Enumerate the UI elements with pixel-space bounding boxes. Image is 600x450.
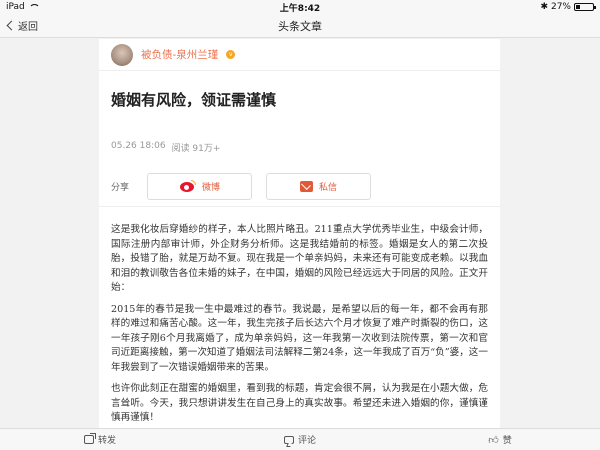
wifi-icon [28,3,40,11]
article-body: 这是我化妆后穿婚纱的样子，本人比照片略丑。211重点大学优秀毕业生，中级会计师，… [99,207,500,426]
content-area: 被负债-泉州兰瑾 v 婚姻有风险，领证需谨慎 05.26 18:06 阅读 91… [0,39,600,428]
status-left: iPad [6,2,40,12]
message-icon [299,181,313,192]
share-message-label: 私信 [318,183,337,193]
vip-badge-icon: v [226,50,236,59]
bluetooth-icon: ✱ [540,2,548,12]
forward-icon [83,433,96,444]
article-meta: 05.26 18:06 阅读 91万+ [99,115,500,167]
back-label: 返回 [18,22,38,33]
battery-icon [574,3,596,11]
chevron-left-icon [6,20,17,31]
weibo-icon [179,180,196,193]
nav-bar: 返回 头条文章 [0,14,600,38]
article-paragraph: 也许你此刻正在甜蜜的婚姻里，看到我的标题，肯定会很不屑，认为我是在小题大做，危言… [111,383,488,423]
author-name[interactable]: 被负债-泉州兰瑾 [141,47,218,62]
like-label: 赞 [502,436,512,446]
forward-label: 转发 [97,436,116,446]
author-row[interactable]: 被负债-泉州兰瑾 v [99,39,500,71]
article-paragraph: 这是我化妆后穿婚纱的样子，本人比照片略丑。211重点大学优秀毕业生，中级会计师，… [111,224,488,293]
article-title: 婚姻有风险，领证需谨慎 [111,91,277,109]
share-weibo-button[interactable]: 微博 [147,173,252,200]
avatar[interactable] [111,43,133,66]
comment-button[interactable]: 评论 [200,433,400,446]
battery-percent: 27% [550,2,571,12]
read-count: 阅读 91万+ [171,144,221,154]
device-name: iPad [6,2,25,12]
share-row: 分享 微博 私信 [99,167,500,207]
publish-date: 05.26 18:06 [111,141,166,151]
share-message-button[interactable]: 私信 [266,173,371,200]
status-time: 上午8:42 [279,3,321,14]
battery-fill [576,5,581,9]
page-title: 头条文章 [278,19,322,33]
share-weibo-label: 微博 [201,183,220,193]
status-bar: iPad 上午8:42 ✱ 27% [0,0,600,14]
article-card: 被负债-泉州兰瑾 v 婚姻有风险，领证需谨慎 05.26 18:06 阅读 91… [99,39,500,428]
forward-button[interactable]: 转发 [0,433,200,446]
comment-label: 评论 [297,436,316,446]
thumbs-up-icon: 👍︎ [488,434,499,446]
like-button[interactable]: 👍︎ 赞 [400,433,600,447]
article-paragraph: 2015年的春节是我一生中最难过的春节。我说最，是希望以后的每一年，都不会再有那… [111,303,488,373]
share-label: 分享 [111,183,130,193]
back-button[interactable]: 返回 [6,18,38,33]
bottom-toolbar: 转发 评论 👍︎ 赞 [0,428,600,450]
status-right: ✱ 27% [540,2,596,12]
comment-icon [283,435,294,444]
